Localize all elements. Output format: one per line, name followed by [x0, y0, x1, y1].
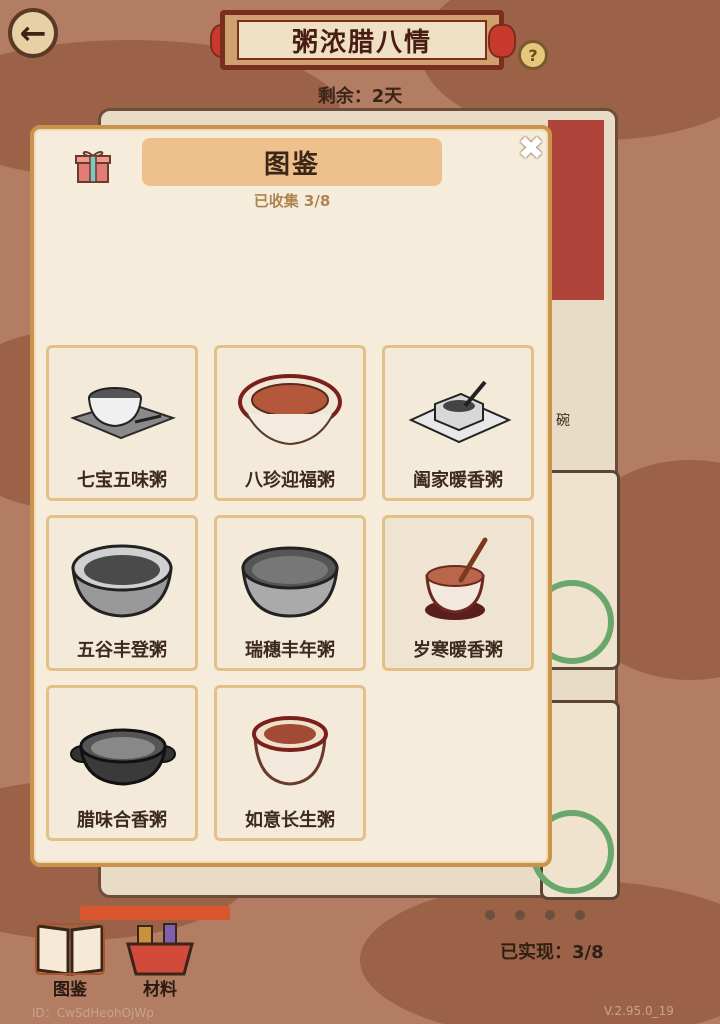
lantern-icon	[488, 24, 516, 58]
help-button[interactable]: ?	[518, 40, 548, 70]
dots-decoration	[485, 910, 585, 920]
item-name: 阖家暖香粥	[413, 470, 503, 491]
panel-tab-strip	[80, 906, 230, 920]
tab-catalog[interactable]: 图鉴	[34, 920, 106, 1000]
gift-icon[interactable]	[74, 146, 112, 184]
porridge-bowl-red-icon	[238, 374, 342, 446]
catalog-item[interactable]: 阖家暖香粥	[382, 345, 534, 501]
user-id: ID：CwSdHeohOjWp	[32, 1006, 154, 1020]
porridge-bowl-deep-icon	[241, 546, 339, 618]
page-title: 粥浓腊八情	[237, 20, 487, 60]
tab-materials-label: 材料	[143, 980, 177, 1000]
achieved-count: 已实现：3/8	[500, 942, 604, 963]
tab-materials[interactable]: 材料	[124, 920, 196, 1000]
close-icon: ✖	[517, 129, 545, 167]
modal-title: 图鉴	[142, 138, 442, 186]
item-name: 如意长生粥	[245, 810, 335, 831]
back-button[interactable]: ←	[8, 8, 58, 58]
bowl-label: 碗	[556, 413, 570, 429]
collected-count: 已收集 3/8	[253, 192, 331, 210]
event-banner-image	[548, 120, 604, 300]
porridge-cup-spoon-icon	[425, 537, 488, 620]
remaining-days: 剩余：2天	[317, 86, 403, 107]
item-name: 岁寒暖香粥	[413, 640, 503, 661]
item-name: 五谷丰登粥	[77, 640, 167, 661]
item-name: 腊味合香粥	[77, 810, 167, 831]
item-name: 八珍迎福粥	[245, 470, 335, 491]
tab-catalog-label: 图鉴	[53, 980, 87, 1000]
event-title-board: 粥浓腊八情	[220, 10, 504, 70]
close-button[interactable]: ✖	[513, 129, 549, 167]
porridge-box-spoon-icon	[408, 380, 512, 444]
item-name: 七宝五味粥	[77, 470, 167, 491]
catalog-item[interactable]: 八珍迎福粥	[214, 345, 366, 501]
book-icon	[35, 923, 105, 976]
porridge-pan-icon	[70, 728, 176, 786]
version-label: V.2.95.0_19	[604, 1004, 674, 1018]
help-icon: ?	[528, 45, 538, 65]
catalog-item[interactable]: 瑞穗丰年粥	[214, 515, 366, 671]
arrow-left-icon: ←	[19, 14, 47, 52]
catalog-item[interactable]: 如意长生粥	[214, 685, 366, 841]
basket-icon	[126, 923, 194, 976]
catalog-item[interactable]: 岁寒暖香粥	[382, 515, 534, 671]
porridge-cup-tray-icon	[70, 387, 176, 440]
item-name: 瑞穗丰年粥	[245, 640, 335, 661]
catalog-item[interactable]: 腊味合香粥	[46, 685, 198, 841]
catalog-item[interactable]: 七宝五味粥	[46, 345, 198, 501]
porridge-bowl-icon	[71, 544, 173, 618]
porridge-cup-red-icon	[252, 716, 328, 786]
catalog-grid: 七宝五味粥 八珍迎福粥 阖家暖香粥 五谷丰登粥 瑞穗丰年粥 岁寒暖香粥 腊味合香…	[46, 345, 538, 841]
catalog-item[interactable]: 五谷丰登粥	[46, 515, 198, 671]
